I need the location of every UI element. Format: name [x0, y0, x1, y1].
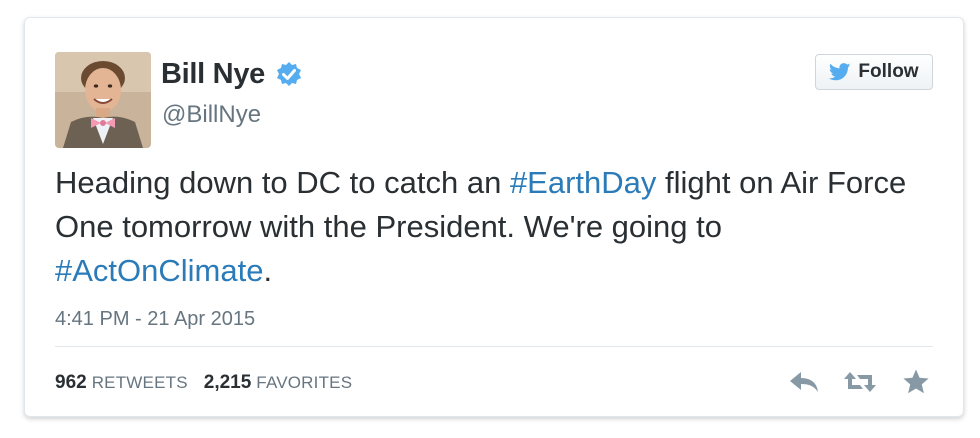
hashtag-link[interactable]: #EarthDay — [510, 165, 656, 200]
tweet-timestamp[interactable]: 4:41 PM - 21 Apr 2015 — [55, 308, 255, 331]
tweet-text: Heading down to DC to catch an #EarthDay… — [55, 161, 935, 293]
tweet-text-segment: . — [263, 253, 273, 288]
divider — [55, 346, 933, 347]
twitter-bird-icon — [829, 63, 851, 81]
hashtag-link[interactable]: #ActOnClimate — [55, 253, 263, 288]
tweet-card: Bill Nye @BillNye Follow Heading down to… — [24, 17, 964, 417]
user-handle[interactable]: @BillNye — [162, 101, 261, 129]
follow-label: Follow — [858, 61, 919, 82]
favorites-count[interactable]: 2,215 — [204, 372, 252, 394]
avatar[interactable] — [55, 52, 151, 148]
tweet-actions — [787, 368, 933, 396]
retweets-label[interactable]: Retweets — [92, 373, 188, 393]
user-name[interactable]: Bill Nye — [161, 58, 265, 91]
retweet-icon[interactable] — [843, 368, 877, 396]
favorite-star-icon[interactable] — [899, 368, 933, 396]
follow-button[interactable]: Follow — [815, 54, 933, 90]
verified-badge-icon — [275, 61, 303, 89]
tweet-stats: 962 Retweets 2,215 Favorites — [55, 372, 368, 394]
tweet-text-segment: Heading down to DC to catch an — [55, 165, 510, 200]
favorites-label[interactable]: Favorites — [256, 373, 352, 393]
retweets-count[interactable]: 962 — [55, 372, 87, 394]
reply-icon[interactable] — [787, 368, 821, 396]
user-name-row: Bill Nye — [161, 58, 303, 91]
